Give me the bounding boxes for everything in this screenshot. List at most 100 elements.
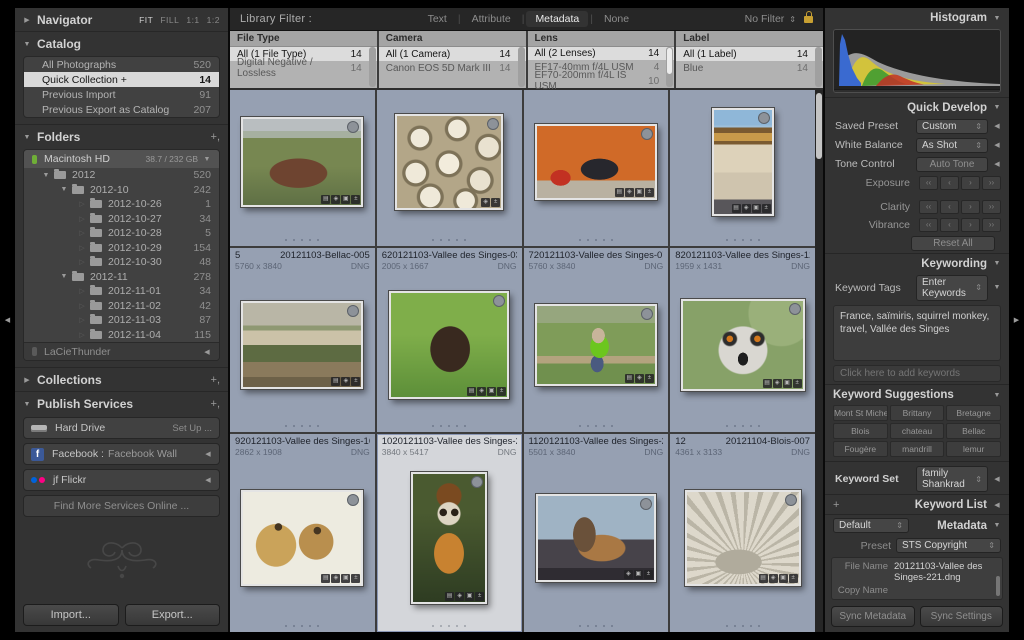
- reset-all-button[interactable]: Reset All: [911, 236, 995, 251]
- copy-name-value[interactable]: [894, 585, 994, 596]
- gps-badge-icon[interactable]: [742, 204, 751, 213]
- keyword-list-expand-icon[interactable]: [993, 501, 1001, 509]
- gps-badge-icon[interactable]: [455, 592, 464, 601]
- rating-dots[interactable]: [524, 419, 669, 432]
- find-more-services-button[interactable]: Find More Services Online ...: [23, 495, 220, 517]
- right-panel-collapse-strip[interactable]: [1009, 8, 1024, 632]
- develop-badge-icon[interactable]: [762, 204, 771, 213]
- crop-badge-icon[interactable]: [634, 570, 643, 579]
- folder-row[interactable]: 2012-10-2734: [24, 212, 219, 227]
- filter-column-scrollbar[interactable]: [815, 47, 822, 87]
- folder-row[interactable]: 2012-11278: [24, 270, 219, 285]
- expand-service-icon[interactable]: [204, 476, 212, 484]
- filter-column-header[interactable]: File Type: [230, 31, 377, 47]
- develop-badge-icon[interactable]: [351, 195, 360, 204]
- export-button[interactable]: Export...: [125, 604, 221, 626]
- white-balance-dropdown[interactable]: As Shot⇕: [916, 138, 988, 153]
- grid-cell-8[interactable]: 820121103-Vallee des Singes-128 1959 x 1…: [670, 248, 815, 432]
- keywords-badge-icon[interactable]: [467, 387, 476, 396]
- metadata-header[interactable]: Default⇕ Metadata: [825, 514, 1009, 535]
- keyword-list-header[interactable]: + Keyword List: [825, 494, 1009, 514]
- grid-cell-11[interactable]: 1120121103-Vallee des Singes-248 5501 x …: [524, 434, 669, 632]
- rating-dots[interactable]: [377, 619, 522, 632]
- vibrance-increase-button[interactable]: [961, 218, 980, 232]
- grid-cell-5[interactable]: 520121103-Bellac-005 5760 x 3840DNG: [230, 248, 375, 432]
- zoom-fill-option[interactable]: FILL: [160, 15, 179, 25]
- folders-header[interactable]: Folders +,: [15, 124, 228, 148]
- photo-thumbnail-timbered-house[interactable]: [712, 108, 774, 216]
- rating-dots[interactable]: [230, 619, 375, 632]
- vibrance-decrease-large-button[interactable]: [919, 218, 938, 232]
- histogram-header[interactable]: Histogram: [825, 8, 1009, 27]
- develop-badge-icon[interactable]: [645, 374, 654, 383]
- gps-badge-icon[interactable]: [773, 379, 782, 388]
- quick-collection-badge-icon[interactable]: [785, 494, 797, 506]
- grid-cell-4[interactable]: [670, 90, 815, 246]
- rating-dots[interactable]: [377, 419, 522, 432]
- crop-badge-icon[interactable]: [752, 204, 761, 213]
- filter-row[interactable]: EF70-200mm f/4L IS USM10: [528, 74, 675, 88]
- develop-badge-icon[interactable]: [491, 198, 500, 207]
- keywording-options-icon[interactable]: [993, 284, 1001, 291]
- develop-badge-icon[interactable]: [351, 377, 360, 386]
- crop-badge-icon[interactable]: [779, 574, 788, 583]
- keyword-suggestion-button[interactable]: chateau: [890, 423, 945, 439]
- expand-service-icon[interactable]: [204, 450, 212, 458]
- photo-thumbnail-rusty-car[interactable]: [241, 117, 363, 207]
- folder-row[interactable]: 2012520: [24, 168, 219, 183]
- develop-badge-icon[interactable]: [475, 592, 484, 601]
- keyword-set-dropdown[interactable]: family Shankrad⇕: [916, 466, 988, 492]
- metadata-view-dropdown[interactable]: Default⇕: [833, 518, 909, 533]
- filter-column-header[interactable]: Camera: [379, 31, 526, 47]
- photo-thumbnail-viaduct[interactable]: [241, 301, 363, 389]
- quick-collection-badge-icon[interactable]: [493, 295, 505, 307]
- panel-reset-arrow-icon[interactable]: [993, 475, 1001, 483]
- filter-tab-none[interactable]: None: [595, 11, 638, 27]
- keywords-badge-icon[interactable]: [321, 574, 330, 583]
- vibrance-decrease-button[interactable]: [940, 218, 959, 232]
- rating-dots[interactable]: [230, 419, 375, 432]
- quick-collection-badge-icon[interactable]: [347, 305, 359, 317]
- filter-row[interactable]: Blue14: [676, 61, 823, 75]
- keyword-suggestions-collapse-icon[interactable]: [993, 392, 1001, 399]
- metadata-collapse-icon[interactable]: [993, 522, 1001, 529]
- develop-badge-icon[interactable]: [644, 570, 653, 579]
- catalog-item-previous-export[interactable]: Previous Export as Catalog207: [24, 102, 219, 117]
- publish-services-header[interactable]: Publish Services +,: [15, 391, 228, 415]
- rating-dots[interactable]: [230, 233, 375, 246]
- left-panel-collapse-strip[interactable]: [0, 8, 15, 632]
- sync-metadata-button[interactable]: Sync Metadata: [831, 606, 915, 627]
- filter-column-scrollbar[interactable]: [369, 47, 376, 87]
- quick-develop-collapse-icon[interactable]: [993, 104, 1001, 111]
- gps-badge-icon[interactable]: [625, 188, 634, 197]
- keywords-badge-icon[interactable]: [759, 574, 768, 583]
- folders-collapse-icon[interactable]: [23, 134, 31, 141]
- grid-cell-10-selected[interactable]: 1020121103-Vallee des Singes-221 3840 x …: [377, 434, 522, 632]
- keywords-badge-icon[interactable]: [615, 188, 624, 197]
- grid-cell-6[interactable]: 620121103-Vallee des Singes-034 2005 x 1…: [377, 248, 522, 432]
- sync-settings-button[interactable]: Sync Settings: [920, 606, 1004, 627]
- keyword-suggestion-button[interactable]: Mont St Michel: [833, 405, 888, 421]
- filter-row[interactable]: All (2 Lenses)14: [528, 47, 675, 61]
- panel-reset-arrow-icon[interactable]: [993, 141, 1001, 149]
- keywords-badge-icon[interactable]: [625, 374, 634, 383]
- histogram-display[interactable]: ISO 2000 200 mm f / 4.0 1/400 sec: [833, 29, 1001, 93]
- catalog-collapse-icon[interactable]: [23, 41, 31, 48]
- metadata-preset-dropdown[interactable]: STS Copyright⇕: [896, 538, 1001, 553]
- catalog-item-previous-import[interactable]: Previous Import91: [24, 87, 219, 102]
- catalog-header[interactable]: Catalog: [15, 31, 228, 55]
- clarity-decrease-button[interactable]: [940, 200, 959, 214]
- keyword-tags-mode-dropdown[interactable]: Enter Keywords⇕: [916, 275, 988, 301]
- keywording-header[interactable]: Keywording: [825, 253, 1009, 273]
- set-up-link[interactable]: Set Up ...: [172, 423, 212, 434]
- add-keyword-icon[interactable]: +: [833, 499, 839, 511]
- rating-dots[interactable]: [670, 419, 815, 432]
- quick-collection-badge-icon[interactable]: [471, 476, 483, 488]
- exposure-decrease-button[interactable]: [940, 176, 959, 190]
- saved-preset-dropdown[interactable]: Custom⇕: [916, 119, 988, 134]
- add-collection-icon[interactable]: +,: [211, 374, 220, 386]
- publish-service-hard-drive[interactable]: Hard Drive Set Up ...: [23, 417, 220, 439]
- quick-collection-badge-icon[interactable]: [347, 121, 359, 133]
- auto-tone-button[interactable]: Auto Tone: [916, 157, 988, 172]
- catalog-item-all-photographs[interactable]: All Photographs520: [24, 57, 219, 72]
